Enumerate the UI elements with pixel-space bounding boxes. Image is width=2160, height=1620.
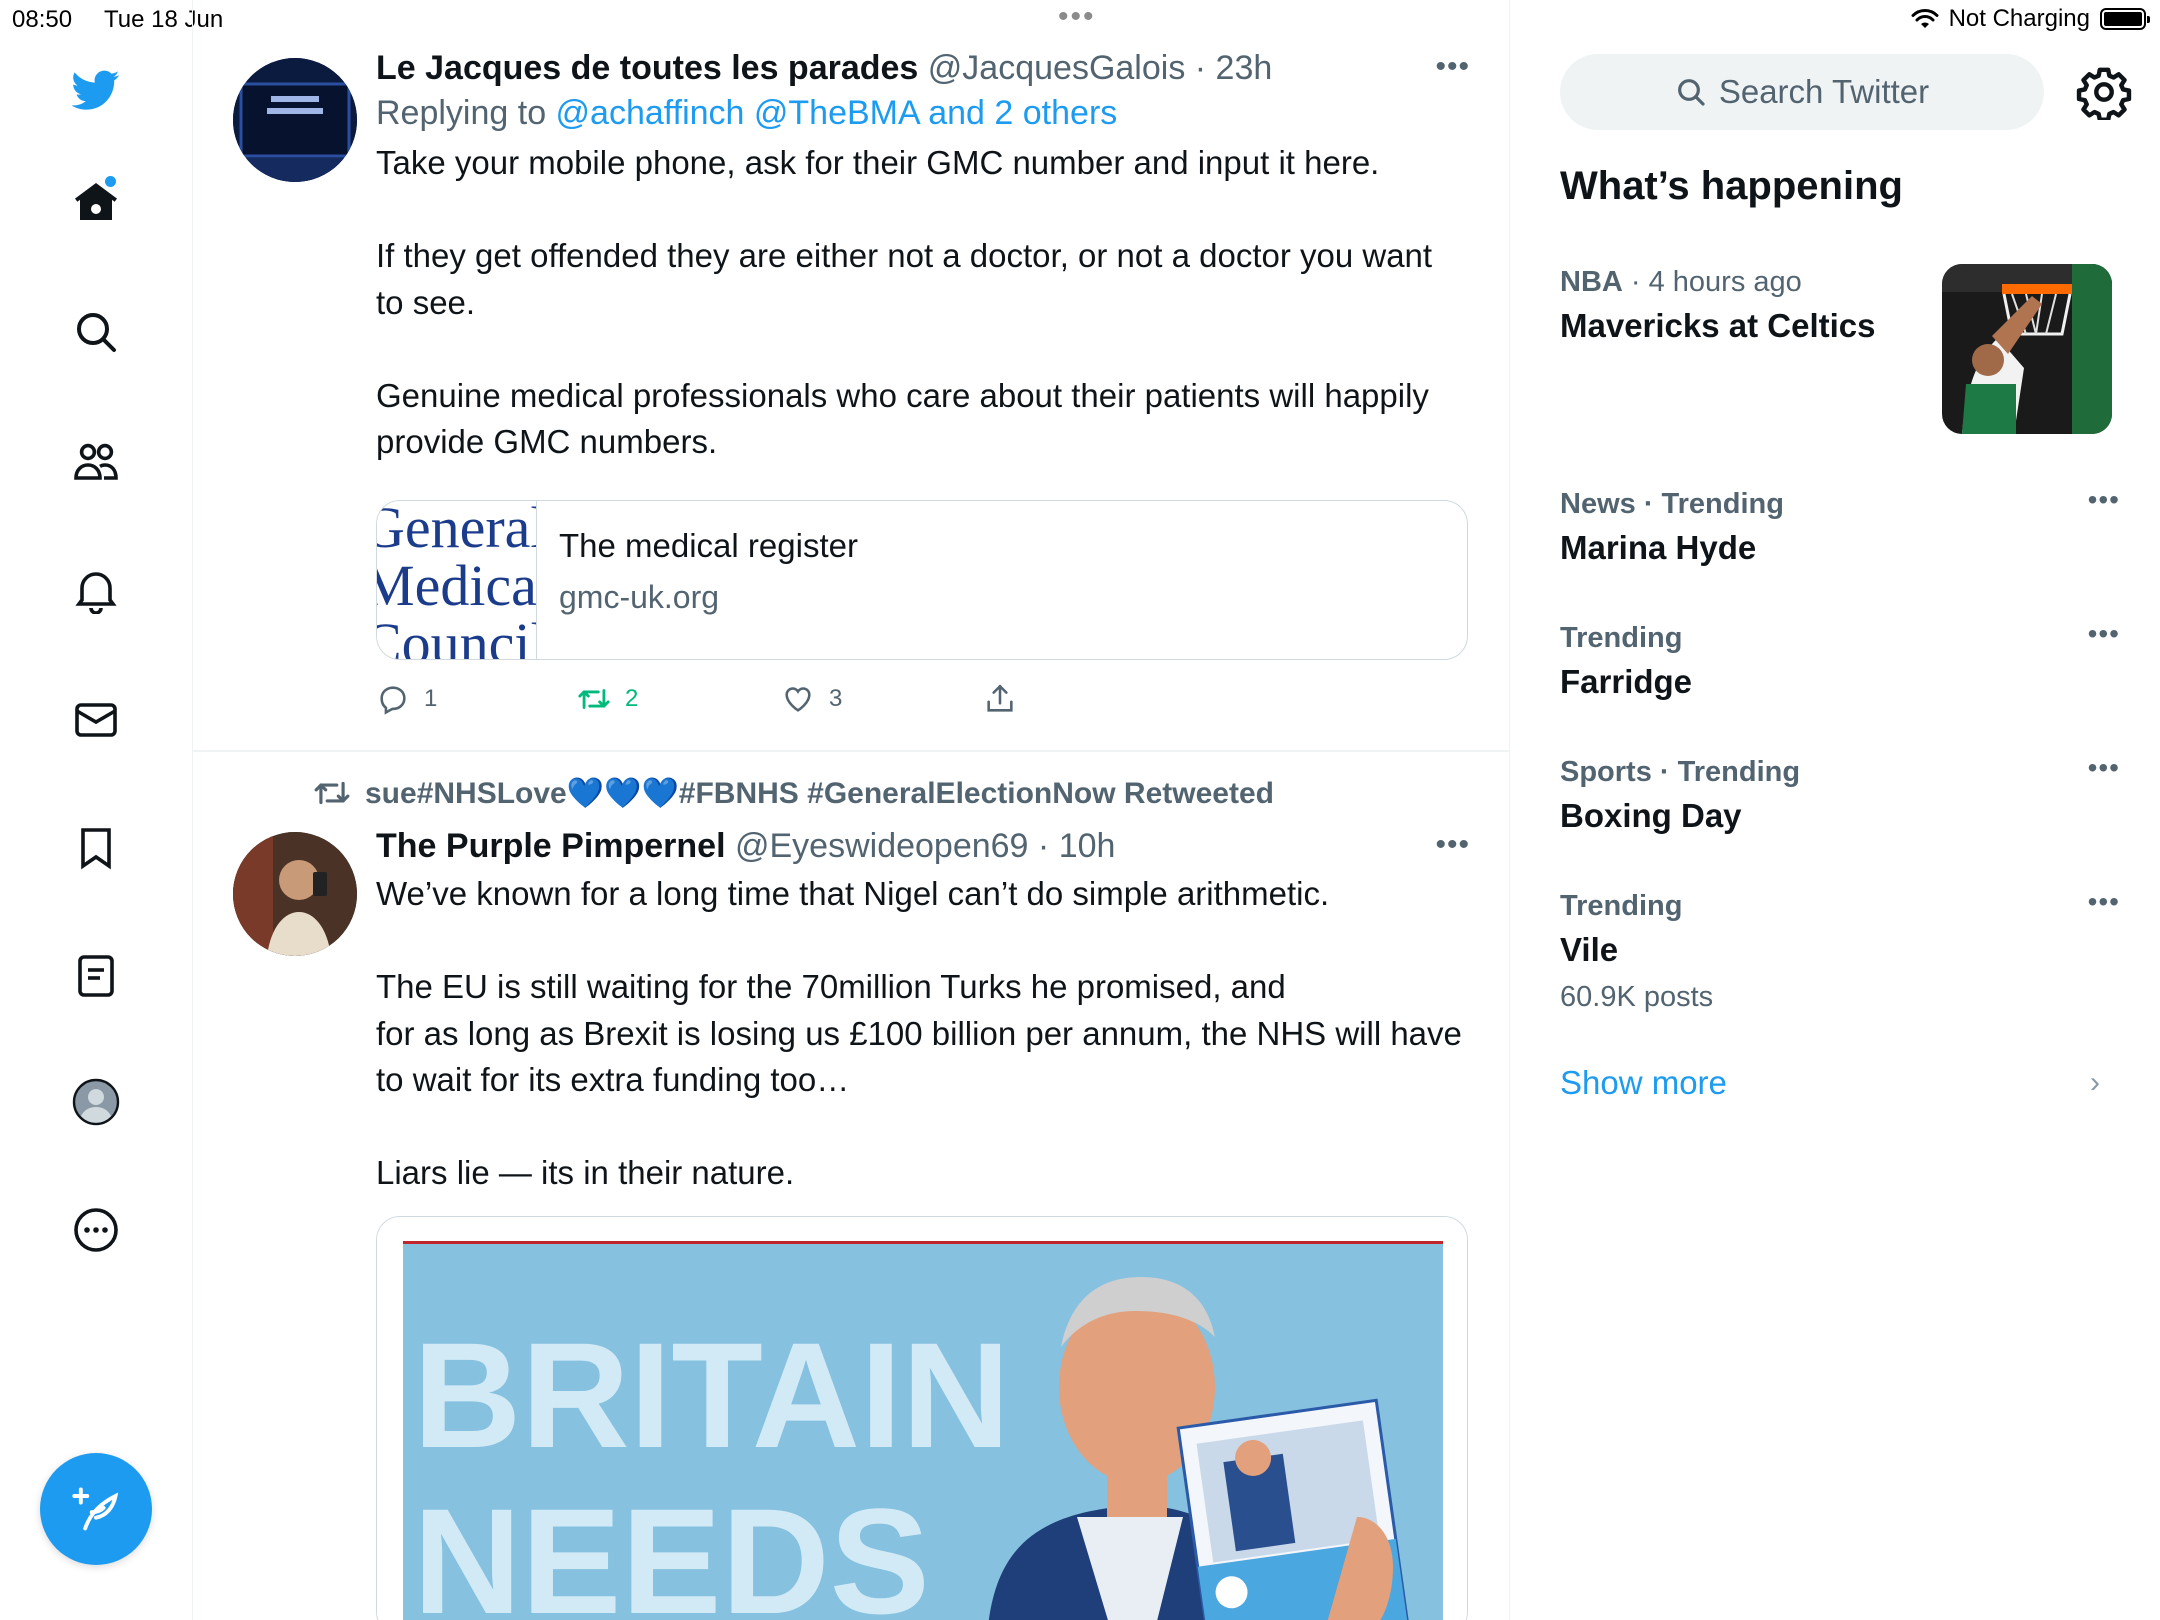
share-icon [987,684,1013,712]
share-button[interactable] [983,682,1017,716]
lists-icon[interactable] [66,946,126,1006]
tweet-header: The Purple Pimpernel @Eyeswideopen69 · 1… [376,827,1116,865]
retweet-icon [314,781,350,805]
trend-item[interactable]: News · Trending Marina Hyde ••• [1560,484,2120,572]
trend-name: Boxing Day [1560,797,1742,834]
link-card[interactable]: General Medical Council The medical regi… [376,500,1468,660]
avatar[interactable] [233,58,357,182]
trend-image[interactable] [1942,264,2112,434]
trend-category: News · Trending [1560,488,1784,520]
gmc-logo-text: General Medical Council [377,501,537,659]
backdrop-needs-text: NEEDS [413,1477,930,1620]
card-thumbnail: General Medical Council [377,501,537,659]
messages-envelope-icon[interactable] [66,690,126,750]
tweet-media[interactable]: BRITAIN NEEDS [376,1216,1468,1620]
search-icon [1677,79,1705,106]
trend-item[interactable]: Trending Farridge ••• [1560,618,2120,706]
tweet-time[interactable]: 10h [1059,827,1116,865]
chevron-right-icon: › [2090,1066,2100,1099]
profile-avatar-icon[interactable] [66,1072,126,1132]
retweeted-by[interactable]: sue#NHSLove💙💙💙#FBNHS #GeneralElectionNow… [313,774,1274,812]
communities-icon[interactable] [66,432,126,492]
card-title: The medical register [559,527,858,564]
reply-icon [380,686,406,715]
trend-item[interactable]: Sports · Trending Boxing Day ••• [1560,752,2120,840]
tweet-content: Le Jacques de toutes les parades @Jacque… [376,46,1466,466]
trend-more-icon[interactable]: ••• [2088,752,2120,784]
reply-count: 1 [424,685,438,712]
reply-mentions-link[interactable]: @achaffinch @TheBMA and 2 others [556,94,1118,132]
trend-more-icon[interactable]: ••• [2088,886,2120,918]
trend-category: Trending [1560,622,1683,654]
author-name[interactable]: The Purple Pimpernel [376,827,726,865]
feather-plus-icon [72,1487,119,1531]
like-button[interactable]: 3 [781,682,842,716]
home-icon[interactable] [66,172,126,232]
reply-button[interactable]: 1 [376,682,437,716]
trend-name: Farridge [1560,663,1693,700]
trend-context: · 4 hours ago [1622,266,1802,298]
tweet-time[interactable]: 23h [1216,49,1273,87]
search-placeholder: Search Twitter [1718,73,1930,110]
trend-category: NBA [1560,266,1623,298]
whats-happening-heading: What’s happening [1560,164,1903,208]
like-count: 3 [829,685,843,712]
explore-search-icon[interactable] [66,302,126,362]
retweet-count: 2 [625,685,639,712]
trend-name: Vile [1560,931,1619,968]
bookmarks-icon[interactable] [66,818,126,878]
left-navigation [0,0,193,1620]
trend-more-icon[interactable]: ••• [2088,484,2120,516]
trend-category: Trending [1560,890,1683,922]
trend-name: Marina Hyde [1560,529,1757,566]
avatar[interactable] [233,832,357,956]
search-input[interactable]: Search Twitter [1560,54,2044,130]
heart-icon [785,687,811,712]
trend-category: Sports · Trending [1560,756,1801,788]
settings-gear-icon[interactable] [2076,64,2132,120]
tweet-more-icon[interactable]: ••• [1435,828,1470,862]
show-more-link[interactable]: Show more [1560,1064,1727,1102]
tweet-text: Take your mobile phone, ask for their GM… [376,144,1433,460]
tweet-text: We’ve known for a long time that Nigel c… [376,875,1462,1191]
tweet-content: The Purple Pimpernel @Eyeswideopen69 · 1… [376,824,1466,1197]
notifications-bell-icon[interactable] [66,560,126,620]
retweeted-by-text: sue#NHSLove💙💙💙#FBNHS #GeneralElectionNow… [365,776,1274,810]
tweet[interactable]: Le Jacques de toutes les parades @Jacque… [193,40,1509,752]
media-image: BRITAIN NEEDS [377,1217,1467,1620]
author-name[interactable]: Le Jacques de toutes les parades [376,49,918,87]
trend-more-icon[interactable]: ••• [2088,618,2120,650]
timeline: Le Jacques de toutes les parades @Jacque… [193,0,1510,1620]
replying-to: Replying to @achaffinch @TheBMA and 2 ot… [376,94,1118,132]
tweet[interactable]: sue#NHSLove💙💙💙#FBNHS #GeneralElectionNow… [193,752,1509,1620]
compose-tweet-button[interactable] [40,1453,152,1565]
retweet-button[interactable]: 2 [577,682,638,716]
backdrop-britain-text: BRITAIN [413,1311,1010,1479]
author-handle[interactable]: @Eyeswideopen69 [735,827,1028,865]
trend-item[interactable]: Trending Vile 60.9K posts ••• [1560,886,2120,1018]
author-handle[interactable]: @JacquesGalois [928,49,1186,87]
retweet-icon [578,689,610,709]
trend-post-count: 60.9K posts [1560,981,1714,1013]
tweet-more-icon[interactable]: ••• [1435,50,1470,84]
home-notification-dot [105,176,116,187]
twitter-logo-icon[interactable] [66,60,126,120]
card-domain: gmc-uk.org [559,579,720,615]
right-sidebar: Search Twitter What’s happening NBA · 4 … [1510,0,2160,1620]
more-options-icon[interactable] [66,1200,126,1260]
tweet-header: Le Jacques de toutes les parades @Jacque… [376,49,1273,87]
